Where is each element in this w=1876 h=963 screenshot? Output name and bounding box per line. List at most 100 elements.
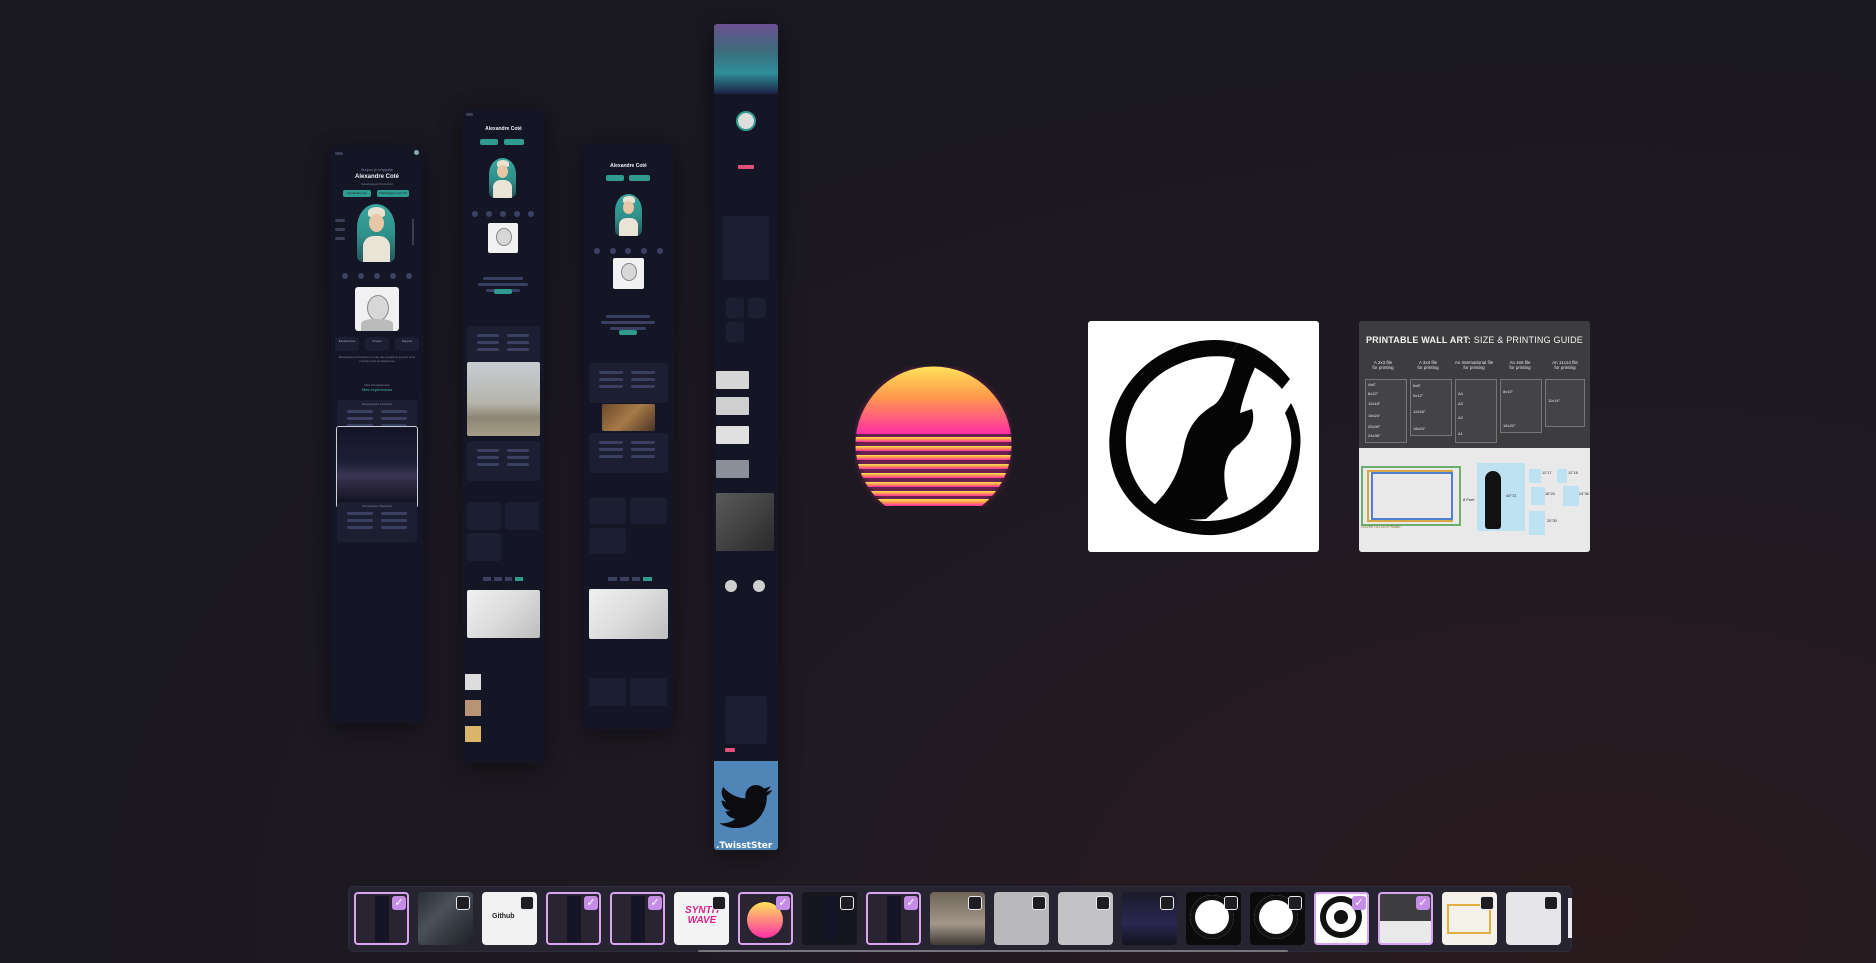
thumb-wall-art-guide-1[interactable]: ✓ bbox=[1378, 892, 1433, 945]
guide-title-rest: SIZE & PRINTING GUIDE bbox=[1471, 335, 1584, 345]
thumb-github-readme[interactable]: Github bbox=[482, 892, 537, 945]
checkbox-icon[interactable] bbox=[1032, 896, 1046, 910]
section-nav-icons[interactable] bbox=[589, 247, 668, 255]
filter-tabs[interactable] bbox=[483, 577, 523, 581]
send-button[interactable] bbox=[725, 748, 735, 752]
profile-name: Alexandre Coté bbox=[610, 163, 647, 169]
check-icon[interactable]: ✓ bbox=[392, 896, 406, 910]
thumb-person-photo[interactable] bbox=[930, 892, 985, 945]
thumb-phone-portfolio-4[interactable] bbox=[802, 892, 857, 945]
frame-ratio-diagram bbox=[1361, 466, 1461, 526]
gallery-large bbox=[716, 493, 774, 551]
thumb-photo-collage[interactable] bbox=[418, 892, 473, 945]
portfolio-mockup-a[interactable]: Bonjour je m'appelle Alexandre Coté Déve… bbox=[331, 147, 423, 723]
check-icon[interactable]: ✓ bbox=[1416, 896, 1430, 910]
checkbox-icon[interactable] bbox=[456, 896, 470, 910]
portfolio-mockup-b[interactable]: Alexandre Coté bbox=[463, 109, 544, 763]
check-icon[interactable]: ✓ bbox=[776, 896, 790, 910]
thumb-synthwave-logo[interactable]: SYNTH WAVE bbox=[674, 892, 729, 945]
wolf-logo-image[interactable] bbox=[1088, 321, 1319, 552]
thumb-dark-banner[interactable] bbox=[1122, 892, 1177, 945]
testimonial-card-2 bbox=[630, 678, 667, 706]
thumb-wolf-logo-3[interactable]: ✓ bbox=[1314, 892, 1369, 945]
thumbnail-filmstrip[interactable]: ✓ Github ✓ ✓ SYNTH WAVE ✓ ✓ ✓ ✓ bbox=[348, 886, 1572, 952]
project-card-1[interactable] bbox=[467, 502, 501, 530]
nav-menu-icon[interactable] bbox=[335, 152, 343, 155]
testimonial-3 bbox=[465, 726, 481, 742]
testimonial-2 bbox=[465, 700, 481, 716]
download-cv-button[interactable]: Téléchargez mon CV bbox=[377, 190, 409, 197]
thumb-wolf-logo-1[interactable] bbox=[1186, 892, 1241, 945]
checkbox-icon[interactable] bbox=[968, 896, 982, 910]
synthwave-sun-image[interactable] bbox=[855, 366, 1012, 523]
greeting-text: Bonjour je m'appelle bbox=[361, 168, 393, 172]
brand-name: .TwisstSter bbox=[716, 841, 773, 850]
checkbox-icon[interactable] bbox=[1480, 896, 1494, 910]
height-label: 8 Feet bbox=[1463, 497, 1475, 502]
profile-name: Alexandre Coté bbox=[485, 126, 522, 132]
profile-photo bbox=[615, 194, 642, 236]
small-frame-4 bbox=[1563, 486, 1579, 506]
thumb-phone-portfolio-2[interactable]: ✓ bbox=[546, 892, 601, 945]
next-thumb-edge[interactable] bbox=[1568, 898, 1572, 938]
thumb-frame-sizes[interactable] bbox=[1442, 892, 1497, 945]
portfolio-mockup-c[interactable]: Alexandre Coté bbox=[584, 143, 673, 729]
scale-person-figure bbox=[1485, 471, 1501, 529]
thumb-document-2[interactable] bbox=[1058, 892, 1113, 945]
project-card-2[interactable] bbox=[630, 498, 667, 524]
thumb-document-1[interactable] bbox=[994, 892, 1049, 945]
social-links[interactable] bbox=[335, 217, 345, 247]
download-cv-button[interactable] bbox=[504, 139, 524, 145]
skills-block bbox=[723, 216, 769, 250]
portfolio-mockup-d[interactable]: .TwisstSter bbox=[714, 24, 778, 850]
checkbox-icon[interactable] bbox=[1224, 896, 1238, 910]
skills-card-2 bbox=[467, 441, 540, 481]
thumb-phone-portfolio-3[interactable]: ✓ bbox=[610, 892, 665, 945]
download-cv-button[interactable] bbox=[629, 175, 650, 181]
small-size-label: 24"36 bbox=[1579, 492, 1589, 496]
wall-art-guide-image[interactable]: PRINTABLE WALL ART: SIZE & PRINTING GUID… bbox=[1359, 321, 1590, 552]
contact-form[interactable] bbox=[725, 696, 767, 744]
contact-button[interactable]: Contactez-moi bbox=[343, 190, 371, 197]
project-card-3[interactable] bbox=[467, 533, 501, 561]
checkbox-icon[interactable] bbox=[520, 896, 534, 910]
checkbox-icon[interactable] bbox=[1160, 896, 1174, 910]
checkbox-icon[interactable] bbox=[840, 896, 854, 910]
project-card-3[interactable] bbox=[589, 528, 626, 554]
testimonial-avatar-1 bbox=[725, 580, 737, 592]
more-button[interactable] bbox=[494, 289, 512, 294]
check-icon[interactable]: ✓ bbox=[904, 896, 918, 910]
contact-button[interactable] bbox=[606, 175, 624, 181]
filmstrip-scrollbar[interactable] bbox=[698, 950, 1288, 952]
small-frame-5 bbox=[1529, 511, 1545, 535]
skills-block-2 bbox=[723, 248, 769, 280]
size-label: A4 bbox=[1458, 391, 1463, 396]
profile-photo bbox=[489, 158, 516, 198]
check-icon[interactable]: ✓ bbox=[1352, 896, 1366, 910]
contact-button[interactable] bbox=[480, 139, 498, 145]
theme-toggle-icon[interactable] bbox=[414, 150, 419, 155]
cta-button[interactable] bbox=[738, 165, 754, 169]
checkbox-icon[interactable] bbox=[1288, 896, 1302, 910]
more-button[interactable] bbox=[619, 330, 637, 335]
check-icon[interactable]: ✓ bbox=[584, 896, 598, 910]
thumb-sunset-sun[interactable]: ✓ bbox=[738, 892, 793, 945]
thumb-phone-portfolio-1[interactable]: ✓ bbox=[354, 892, 409, 945]
section-nav-icons[interactable] bbox=[337, 271, 417, 281]
section-nav-icons[interactable] bbox=[468, 210, 538, 218]
checkbox-icon[interactable] bbox=[1544, 896, 1558, 910]
thumb-wall-art-guide-2[interactable] bbox=[1506, 892, 1561, 945]
filter-tabs[interactable] bbox=[608, 577, 652, 581]
project-card-1[interactable] bbox=[589, 498, 626, 524]
frame-group-5 bbox=[1545, 379, 1585, 427]
check-icon[interactable]: ✓ bbox=[648, 896, 662, 910]
checkbox-icon[interactable] bbox=[712, 896, 726, 910]
avatar-sketch bbox=[613, 258, 644, 289]
nav-menu-icon[interactable] bbox=[466, 113, 473, 116]
project-card-2[interactable] bbox=[505, 502, 539, 530]
avatar-sketch bbox=[355, 287, 399, 331]
checkbox-icon[interactable] bbox=[1096, 896, 1110, 910]
thumb-phone-portfolio-5[interactable]: ✓ bbox=[866, 892, 921, 945]
guide-title-bold: PRINTABLE WALL ART: bbox=[1365, 335, 1472, 345]
thumb-wolf-logo-2[interactable] bbox=[1250, 892, 1305, 945]
